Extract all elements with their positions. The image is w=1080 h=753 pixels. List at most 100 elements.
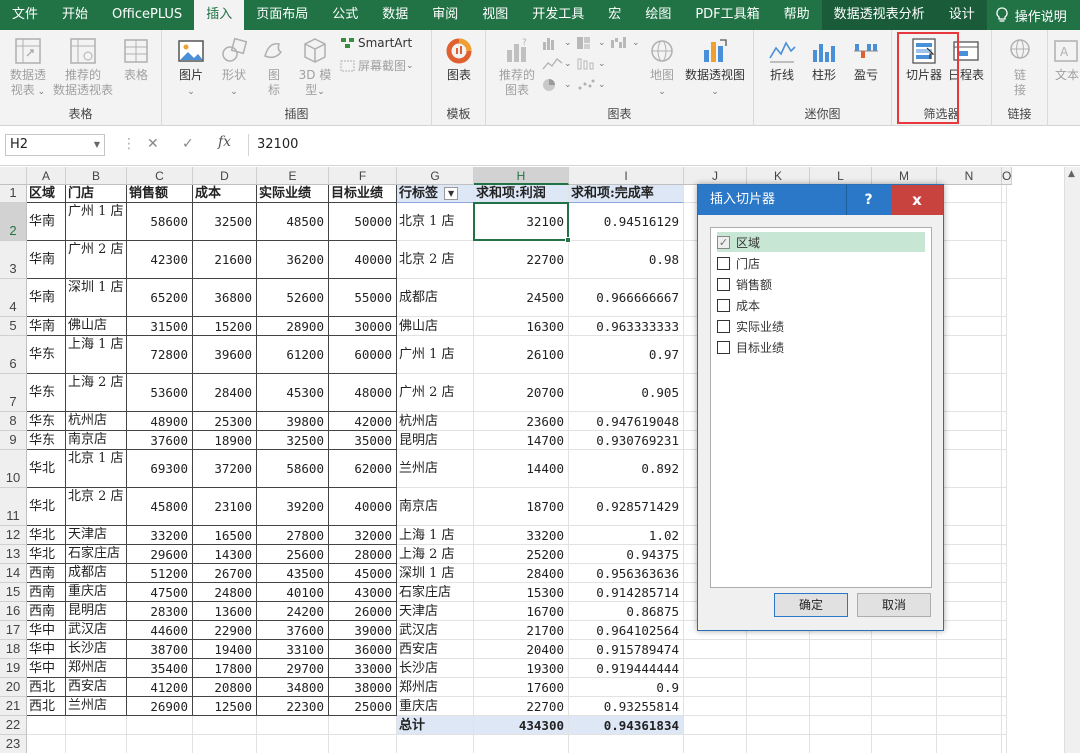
source-data-cell[interactable]: 华中 <box>27 621 66 640</box>
empty-cell[interactable] <box>872 640 937 659</box>
empty-cell[interactable] <box>1002 735 1007 753</box>
pivot-data-cell[interactable]: 武汉店 <box>397 621 474 640</box>
pivot-total-cell[interactable]: 总计 <box>397 716 474 735</box>
source-data-cell[interactable]: 西南 <box>27 564 66 583</box>
field-checkbox[interactable] <box>717 277 730 291</box>
cancel-icon[interactable]: ✕ <box>147 136 159 152</box>
row-header[interactable]: 19 <box>0 659 27 678</box>
pivot-data-cell[interactable]: 0.919444444 <box>569 659 684 678</box>
tab-home[interactable]: 开始 <box>50 0 100 30</box>
source-data-cell[interactable]: 华东 <box>27 374 66 412</box>
link-button[interactable]: 链 接 <box>1000 36 1040 98</box>
empty-cell[interactable] <box>937 450 1002 488</box>
column-header[interactable]: O <box>1002 167 1013 185</box>
source-data-cell[interactable]: 28000 <box>329 545 397 564</box>
empty-cell[interactable] <box>193 735 257 753</box>
empty-cell[interactable] <box>684 640 747 659</box>
empty-cell[interactable] <box>1002 697 1007 716</box>
pivot-data-cell[interactable]: 郑州店 <box>397 678 474 697</box>
source-data-cell[interactable]: 58600 <box>127 203 193 241</box>
pivot-data-cell[interactable]: 25200 <box>474 545 569 564</box>
enter-icon[interactable]: ✓ <box>182 136 194 152</box>
sparkline-line-button[interactable]: 折线 <box>762 36 802 83</box>
sparkline-column-button[interactable]: 柱形 <box>804 36 844 83</box>
row-header[interactable]: 14 <box>0 564 27 583</box>
insert-function-button[interactable]: fx <box>218 134 231 150</box>
empty-cell[interactable] <box>937 185 1002 203</box>
empty-cell[interactable] <box>684 735 747 753</box>
pivot-data-cell[interactable]: 20400 <box>474 640 569 659</box>
empty-cell[interactable] <box>1002 621 1007 640</box>
empty-cell[interactable] <box>937 241 1002 279</box>
field-checkbox[interactable] <box>717 319 730 333</box>
source-data-cell[interactable]: 西北 <box>27 678 66 697</box>
source-data-cell[interactable]: 47500 <box>127 583 193 602</box>
source-data-cell[interactable]: 石家庄店 <box>66 545 127 564</box>
source-data-cell[interactable]: 17800 <box>193 659 257 678</box>
pivot-data-cell[interactable]: 上海 1 店 <box>397 526 474 545</box>
empty-cell[interactable] <box>1002 526 1007 545</box>
source-data-cell[interactable]: 48900 <box>127 412 193 431</box>
source-data-cell[interactable]: 53600 <box>127 374 193 412</box>
empty-cell[interactable] <box>747 640 810 659</box>
source-data-cell[interactable]: 69300 <box>127 450 193 488</box>
source-data-cell[interactable]: 28900 <box>257 317 329 336</box>
source-data-cell[interactable]: 51200 <box>127 564 193 583</box>
source-data-cell[interactable]: 37200 <box>193 450 257 488</box>
empty-cell[interactable] <box>1002 241 1007 279</box>
empty-cell[interactable] <box>329 716 397 735</box>
scroll-up-icon[interactable]: ▲ <box>1068 169 1075 179</box>
source-data-cell[interactable]: 33200 <box>127 526 193 545</box>
source-data-cell[interactable]: 华东 <box>27 431 66 450</box>
select-all-corner[interactable] <box>0 167 27 185</box>
name-box[interactable]: H2 ▼ <box>5 134 105 156</box>
source-data-cell[interactable]: 39200 <box>257 488 329 526</box>
column-header[interactable]: M <box>872 167 937 185</box>
empty-cell[interactable] <box>872 659 937 678</box>
waterfall-chart-button[interactable]: ⌄ <box>610 36 640 50</box>
empty-cell[interactable] <box>937 659 1002 678</box>
row-header[interactable]: 11 <box>0 488 27 526</box>
empty-cell[interactable] <box>1002 336 1007 374</box>
empty-cell[interactable] <box>1002 317 1007 336</box>
sparkline-winloss-button[interactable]: 盈亏 <box>846 36 886 83</box>
empty-cell[interactable] <box>684 697 747 716</box>
row-header[interactable]: 2 <box>0 203 27 241</box>
pivot-data-cell[interactable]: 0.94516129 <box>569 203 684 241</box>
tab-file[interactable]: 文件 <box>0 0 50 30</box>
source-data-cell[interactable]: 华南 <box>27 241 66 279</box>
cancel-button[interactable]: 取消 <box>857 593 931 617</box>
tab-pivot-analyze[interactable]: 数据透视表分析 <box>821 0 937 30</box>
pivot-data-cell[interactable]: 23600 <box>474 412 569 431</box>
tab-pdf-tools[interactable]: PDF工具箱 <box>683 0 771 30</box>
pivot-data-cell[interactable]: 石家庄店 <box>397 583 474 602</box>
pivot-data-cell[interactable]: 0.97 <box>569 336 684 374</box>
empty-cell[interactable] <box>747 678 810 697</box>
source-data-cell[interactable]: 26900 <box>127 697 193 716</box>
template-chart-button[interactable]: 图表 <box>438 36 480 83</box>
source-data-cell[interactable]: 26700 <box>193 564 257 583</box>
source-data-cell[interactable]: 33000 <box>329 659 397 678</box>
empty-cell[interactable] <box>397 735 474 753</box>
empty-cell[interactable] <box>810 697 872 716</box>
pivot-data-cell[interactable]: 18700 <box>474 488 569 526</box>
pivot-data-cell[interactable]: 长沙店 <box>397 659 474 678</box>
source-data-cell[interactable]: 16500 <box>193 526 257 545</box>
empty-cell[interactable] <box>474 735 569 753</box>
pivot-data-cell[interactable]: 16700 <box>474 602 569 621</box>
row-header[interactable]: 16 <box>0 602 27 621</box>
pivot-data-cell[interactable]: 0.964102564 <box>569 621 684 640</box>
empty-cell[interactable] <box>872 678 937 697</box>
column-header[interactable]: L <box>810 167 872 185</box>
empty-cell[interactable] <box>1002 450 1007 488</box>
formula-input[interactable]: 32100 <box>248 134 1074 156</box>
empty-cell[interactable] <box>1002 659 1007 678</box>
empty-cell[interactable] <box>747 697 810 716</box>
empty-cell[interactable] <box>747 735 810 753</box>
maps-button[interactable]: 地图 ⌄ <box>642 36 682 100</box>
empty-cell[interactable] <box>127 716 193 735</box>
empty-cell[interactable] <box>193 716 257 735</box>
row-header[interactable]: 8 <box>0 412 27 431</box>
empty-cell[interactable] <box>937 602 1002 621</box>
empty-cell[interactable] <box>937 317 1002 336</box>
